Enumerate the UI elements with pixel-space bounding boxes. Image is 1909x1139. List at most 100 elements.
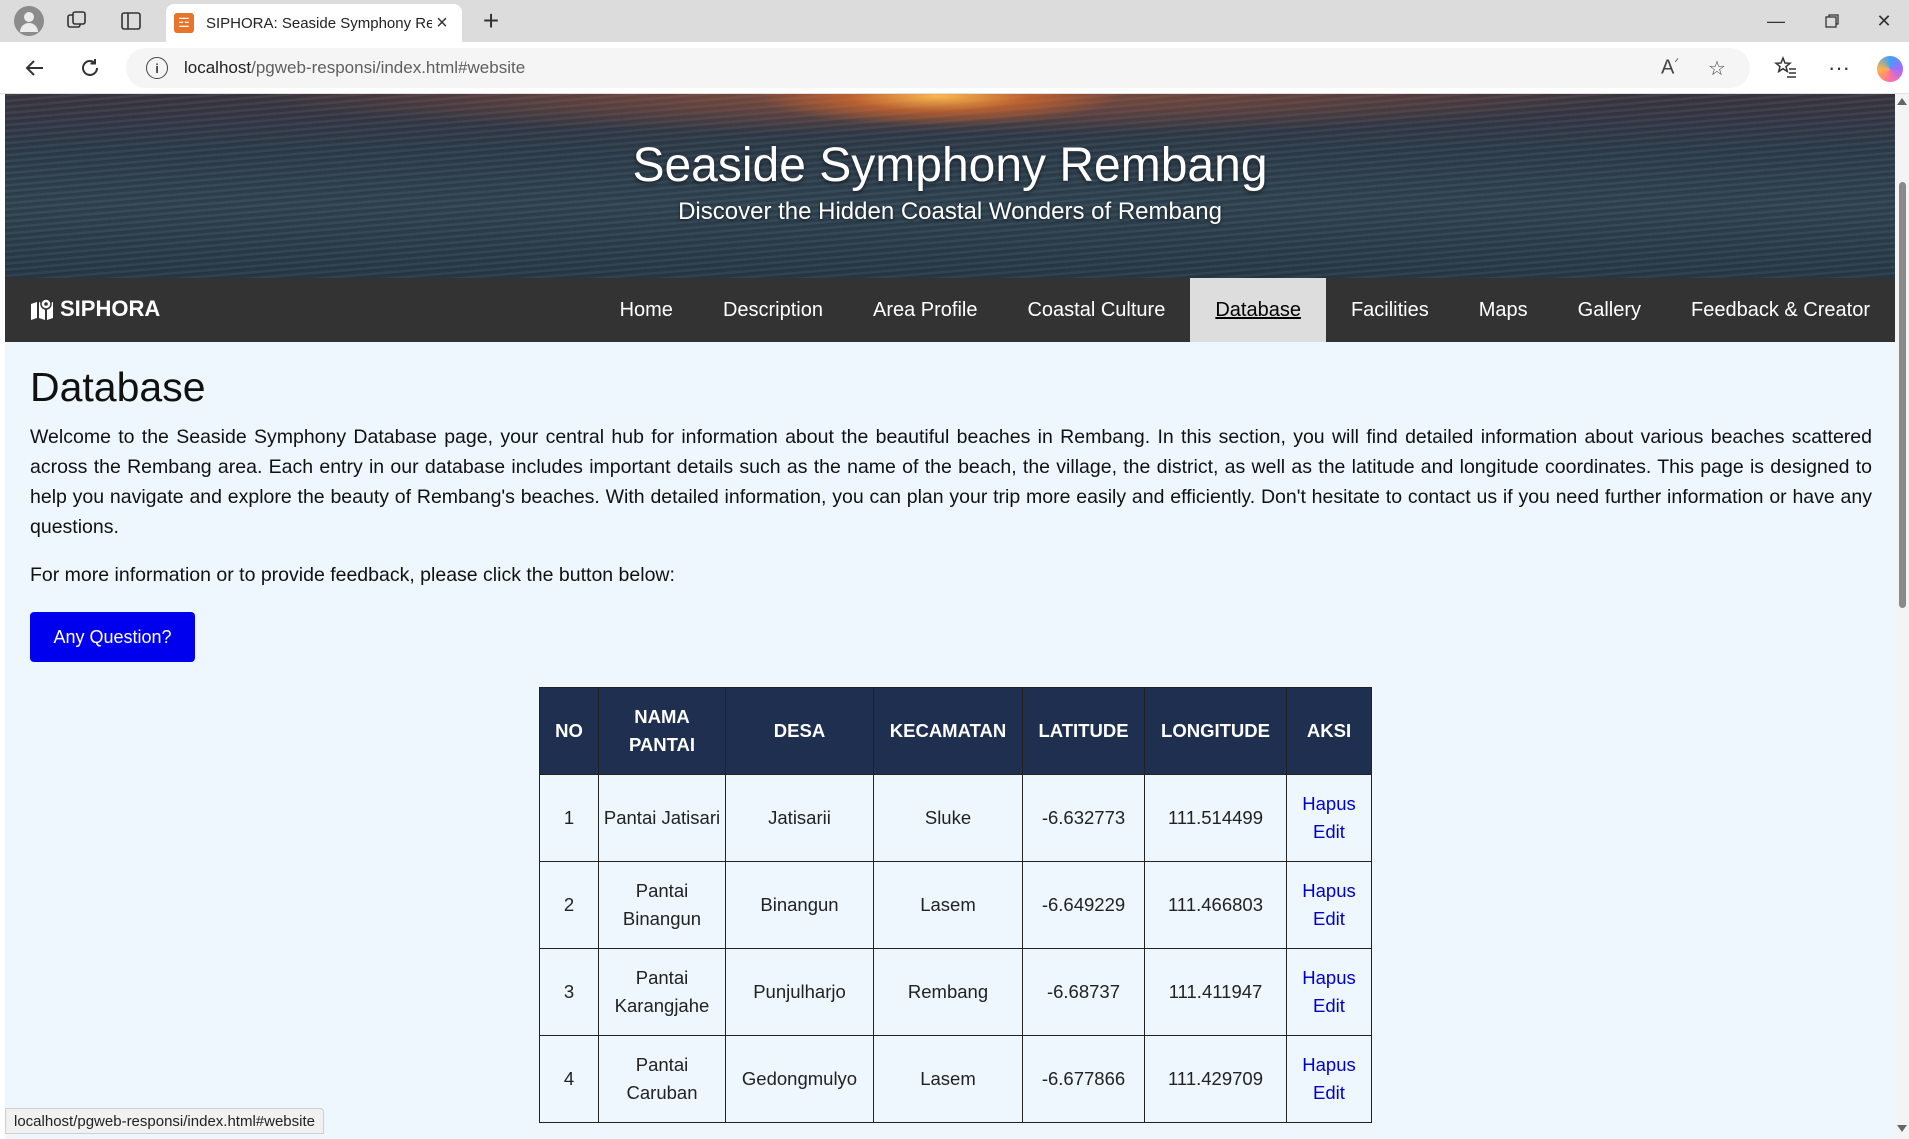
header-aksi: AKSI (1286, 687, 1372, 775)
tab-actions-icon[interactable] (118, 8, 144, 34)
nav-home[interactable]: Home (595, 278, 698, 342)
address-bar-row: i localhost/pgweb-responsi/index.html#we… (0, 42, 1909, 94)
beach-table: NO NAMA PANTAI DESA KECAMATAN LATITUDE L… (539, 687, 1372, 1123)
nav-facilities[interactable]: Facilities (1326, 278, 1454, 342)
edit-link[interactable]: Edit (1287, 818, 1371, 846)
cell-longitude: 111.429709 (1144, 1035, 1287, 1123)
nav-maps[interactable]: Maps (1454, 278, 1553, 342)
browser-tab[interactable]: ☲ SIPHORA: Seaside Symphony Rem × (166, 4, 462, 42)
url-path: /pgweb-responsi/index.html#website (251, 58, 526, 77)
url-host: localhost (184, 58, 252, 77)
favicon-icon: ☲ (174, 13, 194, 33)
cell-desa: Binangun (725, 861, 874, 949)
cell-latitude: -6.632773 (1022, 774, 1145, 862)
cell-longitude: 111.514499 (1144, 774, 1287, 862)
plus-icon[interactable]: + (478, 5, 504, 36)
hero-title: Seaside Symphony Rembang (632, 139, 1268, 192)
cell-no: 4 (539, 1035, 599, 1123)
minimize-icon[interactable]: — (1754, 6, 1798, 36)
page-scrollbar[interactable] (1895, 94, 1909, 1139)
nav-description[interactable]: Description (698, 278, 848, 342)
cell-aksi: Hapus Edit (1286, 774, 1372, 862)
hapus-link[interactable]: Hapus (1287, 877, 1371, 905)
brand-name: SIPHORA (60, 296, 161, 321)
cell-longitude: 111.466803 (1144, 861, 1287, 949)
cell-aksi: Hapus Edit (1286, 948, 1372, 1036)
table-row: 4 Pantai Caruban Gedongmulyo Lasem -6.67… (539, 1035, 1372, 1123)
edit-link[interactable]: Edit (1287, 1079, 1371, 1107)
header-longitude: LONGITUDE (1144, 687, 1287, 775)
header-no: NO (539, 687, 599, 775)
profile-icon[interactable] (14, 6, 44, 36)
cell-longitude: 111.411947 (1144, 948, 1287, 1036)
header-desa: DESA (725, 687, 874, 775)
hero-banner: Seaside Symphony Rembang Discover the Hi… (5, 94, 1895, 278)
map-marker-icon (30, 298, 54, 320)
edit-link[interactable]: Edit (1287, 992, 1371, 1020)
read-aloud-icon[interactable]: Aᐟ (1661, 56, 1679, 80)
cell-no: 3 (539, 948, 599, 1036)
scroll-down-icon[interactable] (1897, 1125, 1907, 1132)
cell-kecamatan: Sluke (873, 774, 1023, 862)
cell-aksi: Hapus Edit (1286, 861, 1372, 949)
site-navbar: SIPHORA Home Description Area Profile Co… (5, 278, 1895, 342)
edit-link[interactable]: Edit (1287, 905, 1371, 933)
cell-aksi: Hapus Edit (1286, 1035, 1372, 1123)
table-row: 1 Pantai Jatisari Jatisarii Sluke -6.632… (539, 774, 1372, 862)
nav-area-profile[interactable]: Area Profile (848, 278, 1003, 342)
cell-nama: Pantai Binangun (598, 861, 726, 949)
scroll-thumb[interactable] (1899, 182, 1906, 608)
window-close-icon[interactable]: ✕ (1862, 6, 1906, 36)
cell-nama: Pantai Jatisari (598, 774, 726, 862)
nav-coastal-culture[interactable]: Coastal Culture (1002, 278, 1190, 342)
reload-icon[interactable] (77, 55, 103, 81)
any-question-button[interactable]: Any Question? (30, 612, 195, 662)
hapus-link[interactable]: Hapus (1287, 1051, 1371, 1079)
url-field[interactable]: i localhost/pgweb-responsi/index.html#we… (126, 48, 1750, 88)
nav-feedback-creator[interactable]: Feedback & Creator (1666, 278, 1895, 342)
cell-desa: Punjulharjo (725, 948, 874, 1036)
hapus-link[interactable]: Hapus (1287, 790, 1371, 818)
favorites-icon[interactable] (1774, 55, 1798, 85)
cell-nama: Pantai Caruban (598, 1035, 726, 1123)
page-viewport: Seaside Symphony Rembang Discover the Hi… (5, 94, 1895, 1139)
brand-logo[interactable]: SIPHORA (30, 296, 160, 322)
restore-icon[interactable] (1810, 6, 1854, 36)
star-icon[interactable]: ☆ (1708, 56, 1726, 81)
cell-latitude: -6.677866 (1022, 1035, 1145, 1123)
cell-no: 1 (539, 774, 599, 862)
cell-desa: Jatisarii (725, 774, 874, 862)
info-icon[interactable]: i (146, 57, 168, 79)
nav-links: Home Description Area Profile Coastal Cu… (595, 278, 1895, 342)
browser-tab-bar: ☲ SIPHORA: Seaside Symphony Rem × + — ✕ (0, 0, 1909, 42)
table-row: 2 Pantai Binangun Binangun Lasem -6.6492… (539, 861, 1372, 949)
close-icon[interactable]: × (432, 12, 452, 35)
more-icon[interactable]: ··· (1828, 55, 1850, 81)
page-title: Database (30, 364, 206, 410)
scroll-up-icon[interactable] (1897, 98, 1907, 105)
cell-no: 2 (539, 861, 599, 949)
intro-paragraph: Welcome to the Seaside Symphony Database… (30, 426, 1872, 538)
cell-kecamatan: Lasem (873, 861, 1023, 949)
cell-latitude: -6.649229 (1022, 861, 1145, 949)
header-kecamatan: KECAMATAN (873, 687, 1023, 775)
status-url-bar: localhost/pgweb-responsi/index.html#webs… (5, 1108, 324, 1134)
header-latitude: LATITUDE (1022, 687, 1145, 775)
cell-nama: Pantai Karangjahe (598, 948, 726, 1036)
table-row: 3 Pantai Karangjahe Punjulharjo Rembang … (539, 948, 1372, 1036)
cell-kecamatan: Rembang (873, 948, 1023, 1036)
hapus-link[interactable]: Hapus (1287, 964, 1371, 992)
cell-latitude: -6.68737 (1022, 948, 1145, 1036)
table-header-row: NO NAMA PANTAI DESA KECAMATAN LATITUDE L… (539, 687, 1372, 775)
hero-subtitle: Discover the Hidden Coastal Wonders of R… (678, 198, 1222, 225)
nav-database[interactable]: Database (1190, 278, 1326, 342)
tab-title: SIPHORA: Seaside Symphony Rem (206, 14, 432, 32)
header-nama-pantai: NAMA PANTAI (598, 687, 726, 775)
workspaces-icon[interactable] (64, 8, 90, 34)
cell-kecamatan: Lasem (873, 1035, 1023, 1123)
cell-desa: Gedongmulyo (725, 1035, 874, 1123)
feedback-prompt: For more information or to provide feedb… (30, 564, 675, 586)
back-icon[interactable] (22, 55, 48, 81)
nav-gallery[interactable]: Gallery (1553, 278, 1666, 342)
copilot-icon[interactable] (1877, 56, 1903, 82)
